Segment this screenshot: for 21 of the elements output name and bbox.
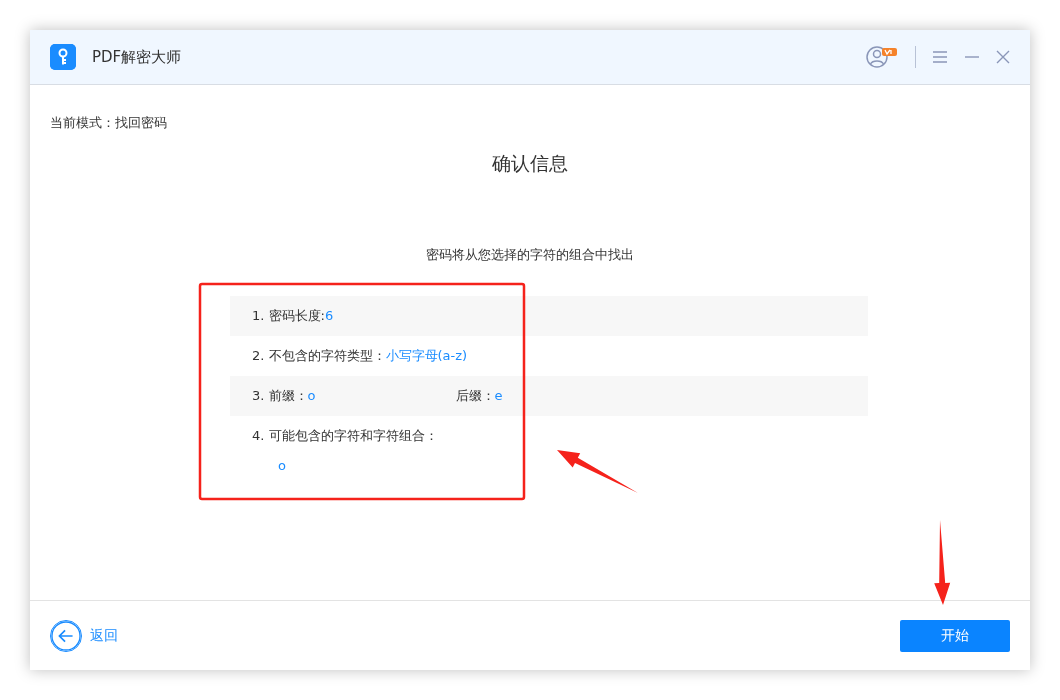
item-label: 后缀： xyxy=(455,386,495,405)
back-arrow-icon[interactable] xyxy=(50,619,82,652)
page-heading: 确认信息 xyxy=(492,151,568,174)
current-mode-text: 当前模式：找回密码 xyxy=(50,115,167,130)
instruction-text: 密码将从您选择的字符的组合中找出 xyxy=(426,247,634,262)
close-icon[interactable] xyxy=(996,50,1010,64)
item-label: 1. 密码长度: xyxy=(252,306,325,325)
key-logo-icon xyxy=(50,44,76,70)
back-link[interactable]: 返回 xyxy=(90,625,118,646)
start-button[interactable]: 开始 xyxy=(900,619,1010,652)
item-label: 2. 不包含的字符类型： xyxy=(252,346,386,365)
item-value: o xyxy=(278,456,286,475)
window-title: PDF解密大师 xyxy=(92,46,182,68)
user-vip-icon[interactable] xyxy=(865,45,899,69)
menu-icon[interactable] xyxy=(932,50,948,64)
item-label: 3. 前缀： xyxy=(252,386,308,405)
item-value: 6 xyxy=(324,306,334,325)
item-value: o xyxy=(307,386,316,405)
item-value: 小写字母(a-z) xyxy=(385,346,468,365)
item-value: e xyxy=(494,386,503,405)
item-label: 4. 可能包含的字符和字符组合： xyxy=(252,426,438,445)
